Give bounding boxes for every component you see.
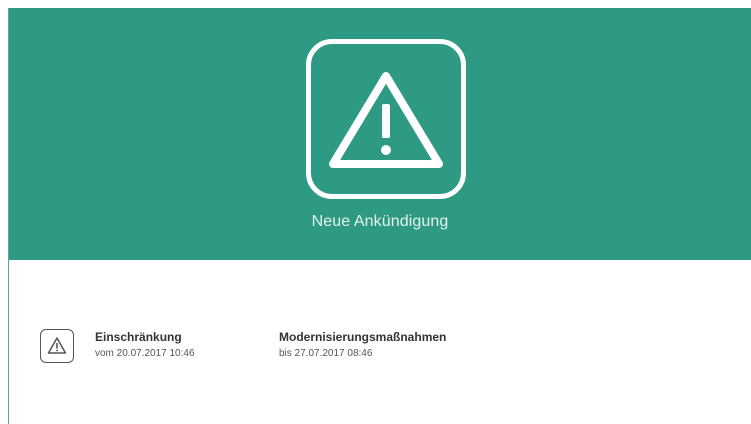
announcement-screen: Neue Ankündigung Einschränkung vom 20.07…: [0, 0, 751, 424]
notice-row[interactable]: Einschränkung vom 20.07.2017 10:46 Moder…: [9, 260, 751, 424]
warning-icon: [40, 329, 74, 363]
announcement-header: Neue Ankündigung: [9, 8, 751, 260]
small-warning-triangle: [47, 337, 67, 354]
end-date: bis 27.07.2017 08:46: [279, 348, 373, 359]
warning-triangle: [329, 72, 443, 168]
start-date: vom 20.07.2017 10:46: [95, 348, 195, 359]
announcement-content: Einschränkung vom 20.07.2017 10:46 Moder…: [9, 260, 751, 424]
restriction-column: Einschränkung vom 20.07.2017 10:46: [95, 330, 195, 360]
warning-icon: [306, 39, 466, 199]
header-title: Neue Ankündigung: [311, 213, 449, 230]
reason-column: Modernisierungsmaßnahmen bis 27.07.2017 …: [279, 330, 446, 360]
restriction-label: Einschränkung: [95, 330, 182, 344]
reason-label: Modernisierungsmaßnahmen: [279, 330, 447, 344]
